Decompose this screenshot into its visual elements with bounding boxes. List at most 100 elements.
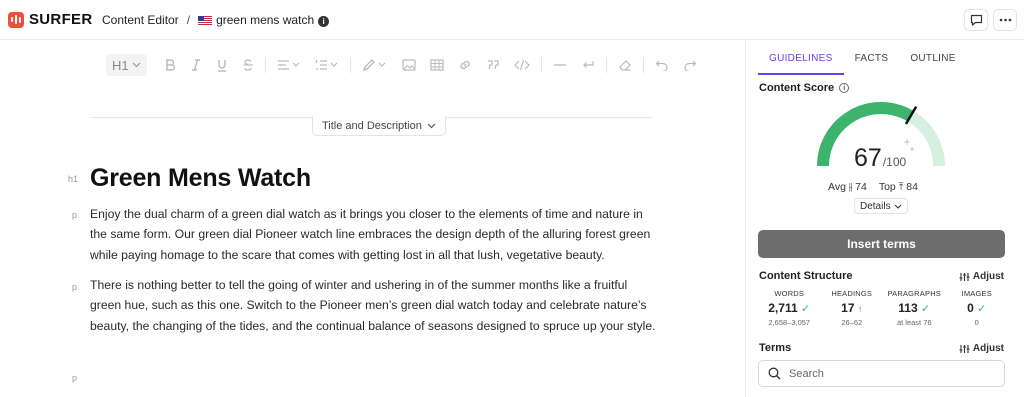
block-tag-p: p bbox=[72, 210, 78, 220]
strikethrough-icon bbox=[243, 59, 253, 71]
more-options-button[interactable] bbox=[993, 9, 1017, 31]
top-bar: SURFER Content Editor / green mens watch… bbox=[0, 0, 1024, 40]
align-button[interactable] bbox=[270, 54, 308, 76]
stat-range: 0 bbox=[974, 318, 979, 327]
stat-range: at least 76 bbox=[896, 318, 932, 327]
block-tag-h1: h1 bbox=[68, 174, 79, 184]
terms-title: Terms bbox=[759, 342, 792, 354]
table-icon bbox=[430, 59, 444, 71]
toolbar-divider bbox=[643, 57, 645, 73]
stat-paragraphs: PARAGRAPHS 113 ✓ at least 76 bbox=[883, 289, 946, 327]
stat-range: 26–62 bbox=[841, 318, 863, 327]
align-left-icon bbox=[278, 60, 300, 70]
logo[interactable]: SURFER bbox=[8, 11, 92, 28]
horizontal-rule-button[interactable] bbox=[546, 54, 574, 76]
breadcrumb-document[interactable]: green mens watch i bbox=[198, 13, 330, 27]
block-tag-p: p bbox=[72, 282, 78, 292]
tab-guidelines[interactable]: GUIDELINES bbox=[758, 46, 844, 75]
guidelines-sidebar: GUIDELINES FACTS OUTLINE Content Score i… bbox=[745, 40, 1024, 397]
editor-toolbar: H1 bbox=[106, 54, 704, 76]
us-flag-icon bbox=[198, 16, 213, 26]
toolbar-divider bbox=[606, 57, 608, 73]
comments-button[interactable] bbox=[964, 9, 988, 31]
title-description-toggle[interactable]: Title and Description bbox=[312, 116, 446, 136]
highlighter-icon bbox=[363, 59, 386, 72]
info-icon[interactable]: i bbox=[318, 16, 330, 27]
undo-button[interactable] bbox=[648, 54, 676, 76]
italic-button[interactable] bbox=[183, 54, 209, 76]
insert-terms-button[interactable]: Insert terms bbox=[758, 230, 1005, 258]
horizontal-rule-icon bbox=[554, 64, 567, 66]
ordered-list-icon bbox=[316, 60, 338, 70]
top-value: 84 bbox=[906, 181, 918, 193]
avg-label: Avg bbox=[828, 181, 846, 193]
clear-format-button[interactable] bbox=[611, 54, 639, 76]
score-number: 67 bbox=[854, 144, 882, 172]
strikethrough-button[interactable] bbox=[235, 54, 261, 76]
adjust-structure-button[interactable]: Adjust bbox=[959, 271, 1004, 282]
quote-icon bbox=[488, 60, 499, 70]
top-icon: ⤒ bbox=[898, 181, 904, 193]
document-heading[interactable]: Green Mens Watch bbox=[90, 164, 311, 193]
italic-icon bbox=[192, 59, 201, 71]
link-button[interactable] bbox=[451, 54, 479, 76]
paragraph[interactable]: Enjoy the dual charm of a green dial wat… bbox=[90, 204, 660, 265]
content-score-value: 67 /100 bbox=[854, 144, 906, 173]
content-score-label: Content Score bbox=[759, 82, 835, 94]
code-button[interactable] bbox=[507, 54, 537, 76]
score-benchmarks: Avg ⫲ 74 Top ⤒ 84 bbox=[828, 181, 918, 194]
sliders-icon bbox=[959, 272, 970, 281]
toolbar-divider bbox=[350, 57, 352, 73]
stat-value: 113 bbox=[898, 301, 918, 315]
search-icon bbox=[768, 367, 781, 380]
chevron-down-icon bbox=[132, 62, 141, 68]
terms-search-input[interactable]: Search bbox=[758, 360, 1005, 387]
breadcrumb: Content Editor / green mens watch i bbox=[102, 13, 330, 27]
check-icon: ✓ bbox=[801, 303, 811, 315]
bold-icon bbox=[166, 59, 176, 71]
info-icon[interactable]: i bbox=[839, 83, 850, 93]
comment-icon bbox=[970, 14, 982, 26]
more-icon bbox=[999, 18, 1011, 22]
link-icon bbox=[460, 60, 470, 70]
adjust-label: Adjust bbox=[972, 271, 1004, 282]
document-name: green mens watch bbox=[216, 13, 315, 27]
quote-button[interactable] bbox=[479, 54, 507, 76]
arrow-up-icon: ↑ bbox=[857, 304, 863, 314]
adjust-terms-button[interactable]: Adjust bbox=[959, 343, 1004, 354]
image-button[interactable] bbox=[395, 54, 423, 76]
redo-button[interactable] bbox=[676, 54, 704, 76]
list-button[interactable] bbox=[308, 54, 346, 76]
stat-label: PARAGRAPHS bbox=[887, 289, 942, 298]
breadcrumb-content-editor[interactable]: Content Editor bbox=[102, 13, 179, 27]
details-button[interactable]: Details bbox=[854, 198, 908, 214]
top-score: Top ⤒ 84 bbox=[879, 181, 918, 194]
sliders-icon bbox=[959, 344, 970, 353]
line-break-button[interactable] bbox=[574, 54, 602, 76]
stat-words: WORDS 2,711 ✓ 2,658–3,057 bbox=[758, 289, 821, 327]
heading-select[interactable]: H1 bbox=[106, 54, 148, 76]
details-label: Details bbox=[860, 200, 891, 212]
sidebar-tabs: GUIDELINES FACTS OUTLINE bbox=[758, 46, 967, 75]
search-placeholder: Search bbox=[789, 367, 824, 380]
heading-select-label: H1 bbox=[112, 57, 129, 73]
table-button[interactable] bbox=[423, 54, 451, 76]
content-structure-stats: WORDS 2,711 ✓ 2,658–3,057 HEADINGS 17 ↑ … bbox=[758, 289, 1008, 327]
stat-value-row: 113 ✓ bbox=[883, 301, 946, 315]
stat-value-row: 0 ✓ bbox=[946, 301, 1009, 315]
highlight-button[interactable] bbox=[355, 54, 395, 76]
brand-name: SURFER bbox=[29, 11, 93, 28]
tab-facts[interactable]: FACTS bbox=[844, 46, 900, 75]
underline-button[interactable] bbox=[209, 54, 235, 76]
avg-score: Avg ⫲ 74 bbox=[828, 181, 867, 194]
underline-icon bbox=[218, 60, 227, 72]
bold-button[interactable] bbox=[157, 54, 183, 76]
paragraph[interactable]: There is nothing better to tell the goin… bbox=[90, 275, 660, 336]
avg-icon: ⫲ bbox=[848, 181, 853, 193]
stat-headings: HEADINGS 17 ↑ 26–62 bbox=[821, 289, 884, 327]
chevron-down-icon bbox=[427, 123, 436, 128]
stat-range: 2,658–3,057 bbox=[768, 318, 811, 327]
tab-outline[interactable]: OUTLINE bbox=[899, 46, 966, 75]
toolbar-divider bbox=[541, 57, 543, 73]
chevron-down-icon bbox=[894, 204, 901, 209]
